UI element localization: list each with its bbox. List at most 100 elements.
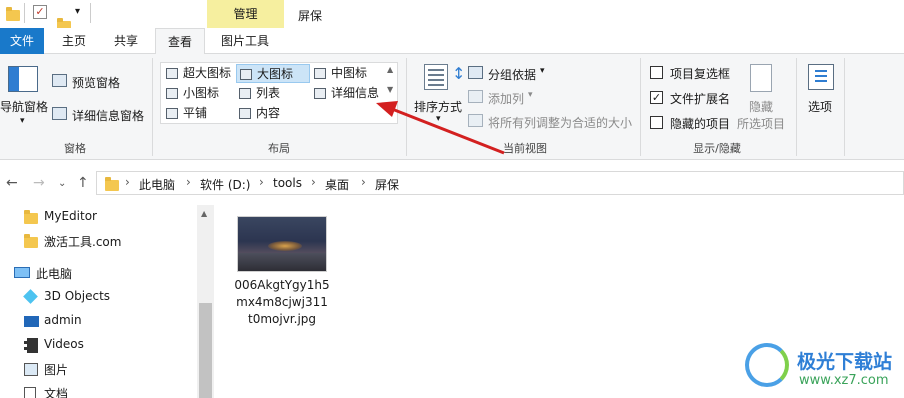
list-icon — [239, 88, 251, 99]
videos-icon — [24, 338, 38, 353]
scrollbar-thumb[interactable] — [199, 303, 212, 398]
thumbnail-ridge — [238, 253, 326, 271]
layout-small-icons[interactable]: 小图标 — [163, 84, 235, 103]
chevron-up-icon[interactable]: ▲ — [387, 65, 393, 74]
layout-list[interactable]: 列表 — [236, 84, 310, 103]
options-icon — [808, 64, 834, 90]
chevron-down-icon: ▾ — [20, 116, 25, 126]
tiles-icon — [166, 108, 178, 119]
group-label-layout: 布局 — [268, 142, 290, 155]
folder-icon — [105, 177, 119, 191]
breadcrumb-desktop[interactable]: 桌面 — [325, 176, 349, 193]
sidebar-item-documents[interactable]: 文档 — [0, 381, 196, 398]
hide-selected-line2[interactable]: 所选项目 — [737, 115, 785, 132]
recent-locations-icon[interactable]: ⌄ — [58, 178, 66, 189]
address-bar[interactable]: › 此电脑 › 软件 (D:) › tools › 桌面 › 屏保 — [96, 171, 904, 195]
breadcrumb-this-pc[interactable]: 此电脑 — [139, 176, 175, 193]
back-icon[interactable]: ← — [6, 175, 18, 191]
navigation-pane-icon[interactable] — [8, 66, 38, 92]
item-checkboxes-label: 项目复选框 — [670, 67, 731, 81]
separator — [90, 3, 91, 23]
watermark-url: www.xz7.com — [799, 373, 889, 388]
watermark-logo-icon — [745, 343, 789, 387]
group-by-button[interactable]: 分组依据 — [488, 66, 536, 83]
sidebar-item-admin[interactable]: admin — [0, 309, 196, 333]
navigation-pane-button[interactable]: 导航窗格 — [0, 98, 48, 115]
separator — [24, 3, 25, 23]
hide-selected-icon — [750, 64, 772, 92]
folder-icon — [6, 7, 20, 21]
details-pane-button[interactable]: 详细信息窗格 — [72, 107, 144, 124]
properties-icon[interactable]: ✓ — [33, 5, 47, 19]
scroll-up-icon[interactable]: ▲ — [201, 209, 207, 218]
folder-icon — [24, 234, 38, 248]
sidebar-item-videos[interactable]: Videos — [0, 333, 196, 357]
file-extensions-checkbox[interactable]: ✓ — [650, 91, 663, 104]
up-icon[interactable]: ↑ — [77, 175, 89, 191]
breadcrumb-separator[interactable]: › — [259, 175, 264, 189]
hide-selected-line1[interactable]: 隐藏 — [749, 98, 773, 115]
item-checkboxes-checkbox[interactable] — [650, 66, 663, 79]
computer-icon — [14, 267, 30, 278]
layout-label: 中图标 — [331, 66, 368, 80]
title-bar: ✓ ▾ 管理 屏保 — [0, 0, 904, 32]
hidden-items-label: 隐藏的项目 — [670, 117, 731, 131]
layout-medium-icons[interactable]: 中图标 — [311, 64, 381, 83]
breadcrumb-drive-d[interactable]: 软件 (D:) — [200, 176, 250, 193]
medium-icons-icon — [314, 68, 326, 79]
context-tab-manage[interactable]: 管理 — [207, 0, 284, 28]
layout-extra-large-icons[interactable]: 超大图标 — [163, 64, 235, 83]
layout-tiles[interactable]: 平铺 — [163, 104, 235, 123]
sidebar-item-3d-objects[interactable]: 3D Objects — [0, 285, 196, 309]
sidebar-item-activation-tool[interactable]: 激活工具.com — [0, 229, 196, 253]
breadcrumb-screensaver[interactable]: 屏保 — [375, 176, 399, 193]
layout-label: 平铺 — [183, 106, 208, 120]
tab-view[interactable]: 查看 — [155, 28, 205, 55]
sidebar-item-label: Videos — [44, 337, 84, 351]
navigation-bar: ← → ⌄ ↑ › 此电脑 › 软件 (D:) › tools › 桌面 › 屏… — [0, 161, 904, 205]
tab-home[interactable]: 主页 — [52, 28, 96, 54]
breadcrumb-tools[interactable]: tools — [273, 176, 302, 190]
sidebar-item-label: admin — [44, 313, 82, 327]
breadcrumb-separator[interactable]: › — [186, 175, 191, 189]
documents-icon — [24, 387, 36, 398]
tab-picture-tools[interactable]: 图片工具 — [212, 28, 278, 54]
extra-large-icons-icon — [166, 68, 178, 79]
group-label-show-hide: 显示/隐藏 — [693, 142, 741, 155]
breadcrumb-separator[interactable]: › — [311, 175, 316, 189]
sidebar-scrollbar[interactable]: ▲ — [197, 205, 214, 398]
file-thumbnail[interactable] — [237, 216, 327, 272]
quick-access-dropdown[interactable]: ▾ — [75, 6, 80, 17]
layout-content[interactable]: 内容 — [236, 104, 310, 123]
tab-file[interactable]: 文件 — [0, 28, 44, 54]
layout-large-icons[interactable]: 大图标 — [236, 64, 310, 83]
annotation-arrow — [376, 101, 505, 155]
preview-pane-button[interactable]: 预览窗格 — [72, 74, 120, 91]
content-icon — [239, 108, 251, 119]
breadcrumb-separator[interactable]: › — [125, 175, 130, 189]
sidebar-item-label: 图片 — [44, 363, 69, 377]
sidebar-item-myeditor[interactable]: MyEditor — [0, 205, 196, 229]
sort-by-icon[interactable] — [424, 64, 448, 90]
sidebar-item-label: MyEditor — [44, 209, 97, 223]
watermark: 极光下载站 www.xz7.com — [745, 340, 904, 398]
tab-share[interactable]: 共享 — [104, 28, 148, 54]
watermark-title: 极光下载站 — [797, 351, 893, 373]
options-button[interactable]: 选项 — [808, 98, 832, 115]
forward-icon[interactable]: → — [33, 175, 45, 191]
breadcrumb-separator[interactable]: › — [361, 175, 366, 189]
chevron-down-icon: ▾ — [528, 90, 533, 100]
sidebar-item-label: 3D Objects — [44, 289, 111, 303]
file-name[interactable]: 006AkgtYgy1h5mx4m8cjwj311t0mojvr.jpg — [234, 277, 330, 328]
group-by-icon — [468, 66, 483, 79]
chevron-down-icon[interactable]: ▼ — [387, 85, 393, 94]
sidebar-item-this-pc[interactable]: 此电脑 — [0, 261, 196, 285]
separator — [844, 58, 845, 156]
thumbnail-glow — [268, 241, 302, 251]
hidden-items-checkbox[interactable] — [650, 116, 663, 129]
sidebar-item-pictures[interactable]: 图片 — [0, 357, 196, 381]
sidebar-item-label: 文档 — [44, 387, 69, 398]
ribbon-tabs: 文件 主页 共享 查看 图片工具 — [0, 28, 904, 55]
folder-icon — [24, 210, 38, 224]
layout-label: 大图标 — [257, 67, 294, 81]
